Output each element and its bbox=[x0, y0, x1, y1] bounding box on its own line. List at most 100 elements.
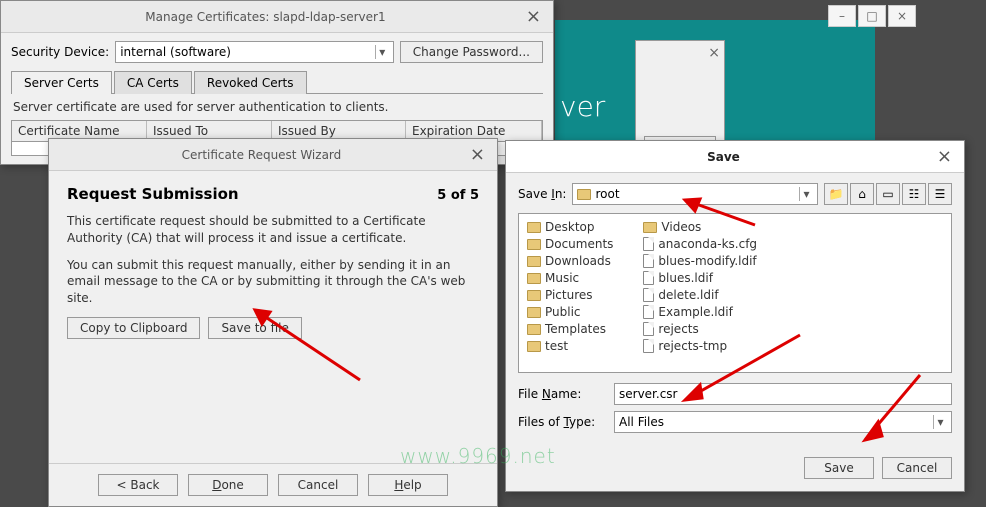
combo-value: All Files bbox=[619, 415, 664, 429]
list-item[interactable]: Desktop bbox=[527, 220, 613, 234]
folder-icon bbox=[527, 239, 541, 250]
item-label: test bbox=[545, 339, 568, 353]
cancel-button[interactable]: Cancel bbox=[278, 474, 358, 496]
file-icon bbox=[643, 271, 654, 285]
new-folder-button[interactable]: ▭ bbox=[876, 183, 900, 205]
folder-icon bbox=[527, 290, 541, 301]
folder-icon bbox=[527, 222, 541, 233]
wizard-step: 5 of 5 bbox=[437, 188, 479, 203]
list-item[interactable]: Public bbox=[527, 305, 613, 319]
file-icon bbox=[643, 237, 654, 251]
titlebar: Manage Certificates: slapd-ldap-server1 … bbox=[1, 1, 553, 33]
item-label: Videos bbox=[661, 220, 701, 234]
save-to-file-button[interactable]: Save to file bbox=[208, 317, 301, 339]
dialog-title: Certificate Request Wizard bbox=[57, 148, 466, 162]
file-list[interactable]: Desktop Documents Downloads Music Pictures Pu… bbox=[518, 213, 952, 373]
file-icon bbox=[643, 288, 654, 302]
dialog-title: Manage Certificates: slapd-ldap-server1 bbox=[9, 10, 522, 24]
file-icon bbox=[643, 339, 654, 353]
chevron-down-icon: ▾ bbox=[375, 45, 389, 59]
close-icon[interactable]: × bbox=[466, 144, 489, 165]
close-icon[interactable]: × bbox=[708, 45, 720, 61]
security-device-label: Security Device: bbox=[11, 45, 109, 59]
list-item[interactable]: Downloads bbox=[527, 254, 613, 268]
item-label: rejects-tmp bbox=[658, 339, 727, 353]
list-item[interactable]: rejects-tmp bbox=[643, 339, 757, 353]
tab-description: Server certificate are used for server a… bbox=[11, 94, 543, 120]
item-label: blues-modify.ldif bbox=[658, 254, 756, 268]
filename-label: File Name: bbox=[518, 387, 608, 401]
maximize-button[interactable]: □ bbox=[858, 5, 886, 27]
list-view-icon: ☷ bbox=[909, 187, 920, 201]
list-item[interactable]: delete.ldif bbox=[643, 288, 757, 302]
home-icon: ⌂ bbox=[858, 187, 866, 201]
dialog-title: Save bbox=[514, 150, 933, 164]
up-folder-button[interactable]: 📁 bbox=[824, 183, 848, 205]
combo-value: internal (software) bbox=[120, 45, 231, 59]
list-item[interactable]: Pictures bbox=[527, 288, 613, 302]
item-label: Example.ldif bbox=[658, 305, 732, 319]
folder-icon bbox=[527, 341, 541, 352]
item-label: Downloads bbox=[545, 254, 611, 268]
help-button[interactable]: Help bbox=[368, 474, 448, 496]
minimize-button[interactable]: – bbox=[828, 5, 856, 27]
item-label: Public bbox=[545, 305, 581, 319]
security-device-combo[interactable]: internal (software) ▾ bbox=[115, 41, 394, 63]
list-item[interactable]: test bbox=[527, 339, 613, 353]
close-icon[interactable]: × bbox=[933, 146, 956, 167]
item-label: rejects bbox=[658, 322, 698, 336]
save-button[interactable]: Save bbox=[804, 457, 874, 479]
wizard-para1: This certificate request should be submi… bbox=[67, 213, 479, 247]
tab-revoked-certs[interactable]: Revoked Certs bbox=[194, 71, 307, 94]
item-label: Documents bbox=[545, 237, 613, 251]
list-item[interactable]: Documents bbox=[527, 237, 613, 251]
home-button[interactable]: ⌂ bbox=[850, 183, 874, 205]
list-item[interactable]: blues.ldif bbox=[643, 271, 757, 285]
new-folder-icon: ▭ bbox=[882, 187, 893, 201]
background-text: ver bbox=[560, 90, 605, 123]
file-icon bbox=[643, 305, 654, 319]
close-button[interactable]: × bbox=[888, 5, 916, 27]
wizard-heading: Request Submission bbox=[67, 185, 239, 203]
folder-icon bbox=[527, 307, 541, 318]
tab-ca-certs[interactable]: CA Certs bbox=[114, 71, 192, 94]
change-password-button[interactable]: Change Password... bbox=[400, 41, 543, 63]
done-button[interactable]: Done bbox=[188, 474, 268, 496]
list-item[interactable]: Videos bbox=[643, 220, 757, 234]
list-item[interactable]: Music bbox=[527, 271, 613, 285]
combo-value: root bbox=[595, 187, 619, 201]
list-item[interactable]: rejects bbox=[643, 322, 757, 336]
chevron-down-icon: ▾ bbox=[933, 415, 947, 429]
close-icon[interactable]: × bbox=[522, 6, 545, 27]
cancel-button[interactable]: Cancel bbox=[882, 457, 952, 479]
list-item[interactable]: anaconda-ks.cfg bbox=[643, 237, 757, 251]
folder-up-icon: 📁 bbox=[829, 187, 844, 201]
list-item[interactable]: Templates bbox=[527, 322, 613, 336]
list-item[interactable]: Example.ldif bbox=[643, 305, 757, 319]
tabs: Server Certs CA Certs Revoked Certs bbox=[11, 71, 543, 94]
folder-icon bbox=[643, 222, 657, 233]
filename-input[interactable] bbox=[614, 383, 952, 405]
filetype-combo[interactable]: All Files ▾ bbox=[614, 411, 952, 433]
save-in-label: Save In: bbox=[518, 187, 566, 201]
list-view-button[interactable]: ☷ bbox=[902, 183, 926, 205]
detail-view-button[interactable]: ☰ bbox=[928, 183, 952, 205]
titlebar: Certificate Request Wizard × bbox=[49, 139, 497, 171]
back-button[interactable]: < Back bbox=[98, 474, 178, 496]
file-icon bbox=[643, 322, 654, 336]
tab-server-certs[interactable]: Server Certs bbox=[11, 71, 112, 94]
folder-icon bbox=[527, 324, 541, 335]
copy-to-clipboard-button[interactable]: Copy to Clipboard bbox=[67, 317, 200, 339]
chevron-down-icon: ▾ bbox=[799, 187, 813, 201]
save-dialog: Save × Save In: root ▾ 📁 ⌂ ▭ ☷ ☰ Desktop… bbox=[505, 140, 965, 492]
list-item[interactable]: blues-modify.ldif bbox=[643, 254, 757, 268]
item-label: Desktop bbox=[545, 220, 595, 234]
file-icon bbox=[643, 254, 654, 268]
save-in-combo[interactable]: root ▾ bbox=[572, 183, 818, 205]
filetype-label: Files of Type: bbox=[518, 415, 608, 429]
folder-icon bbox=[527, 256, 541, 267]
titlebar: Save × bbox=[506, 141, 964, 173]
item-label: blues.ldif bbox=[658, 271, 713, 285]
item-label: Pictures bbox=[545, 288, 593, 302]
item-label: Templates bbox=[545, 322, 606, 336]
